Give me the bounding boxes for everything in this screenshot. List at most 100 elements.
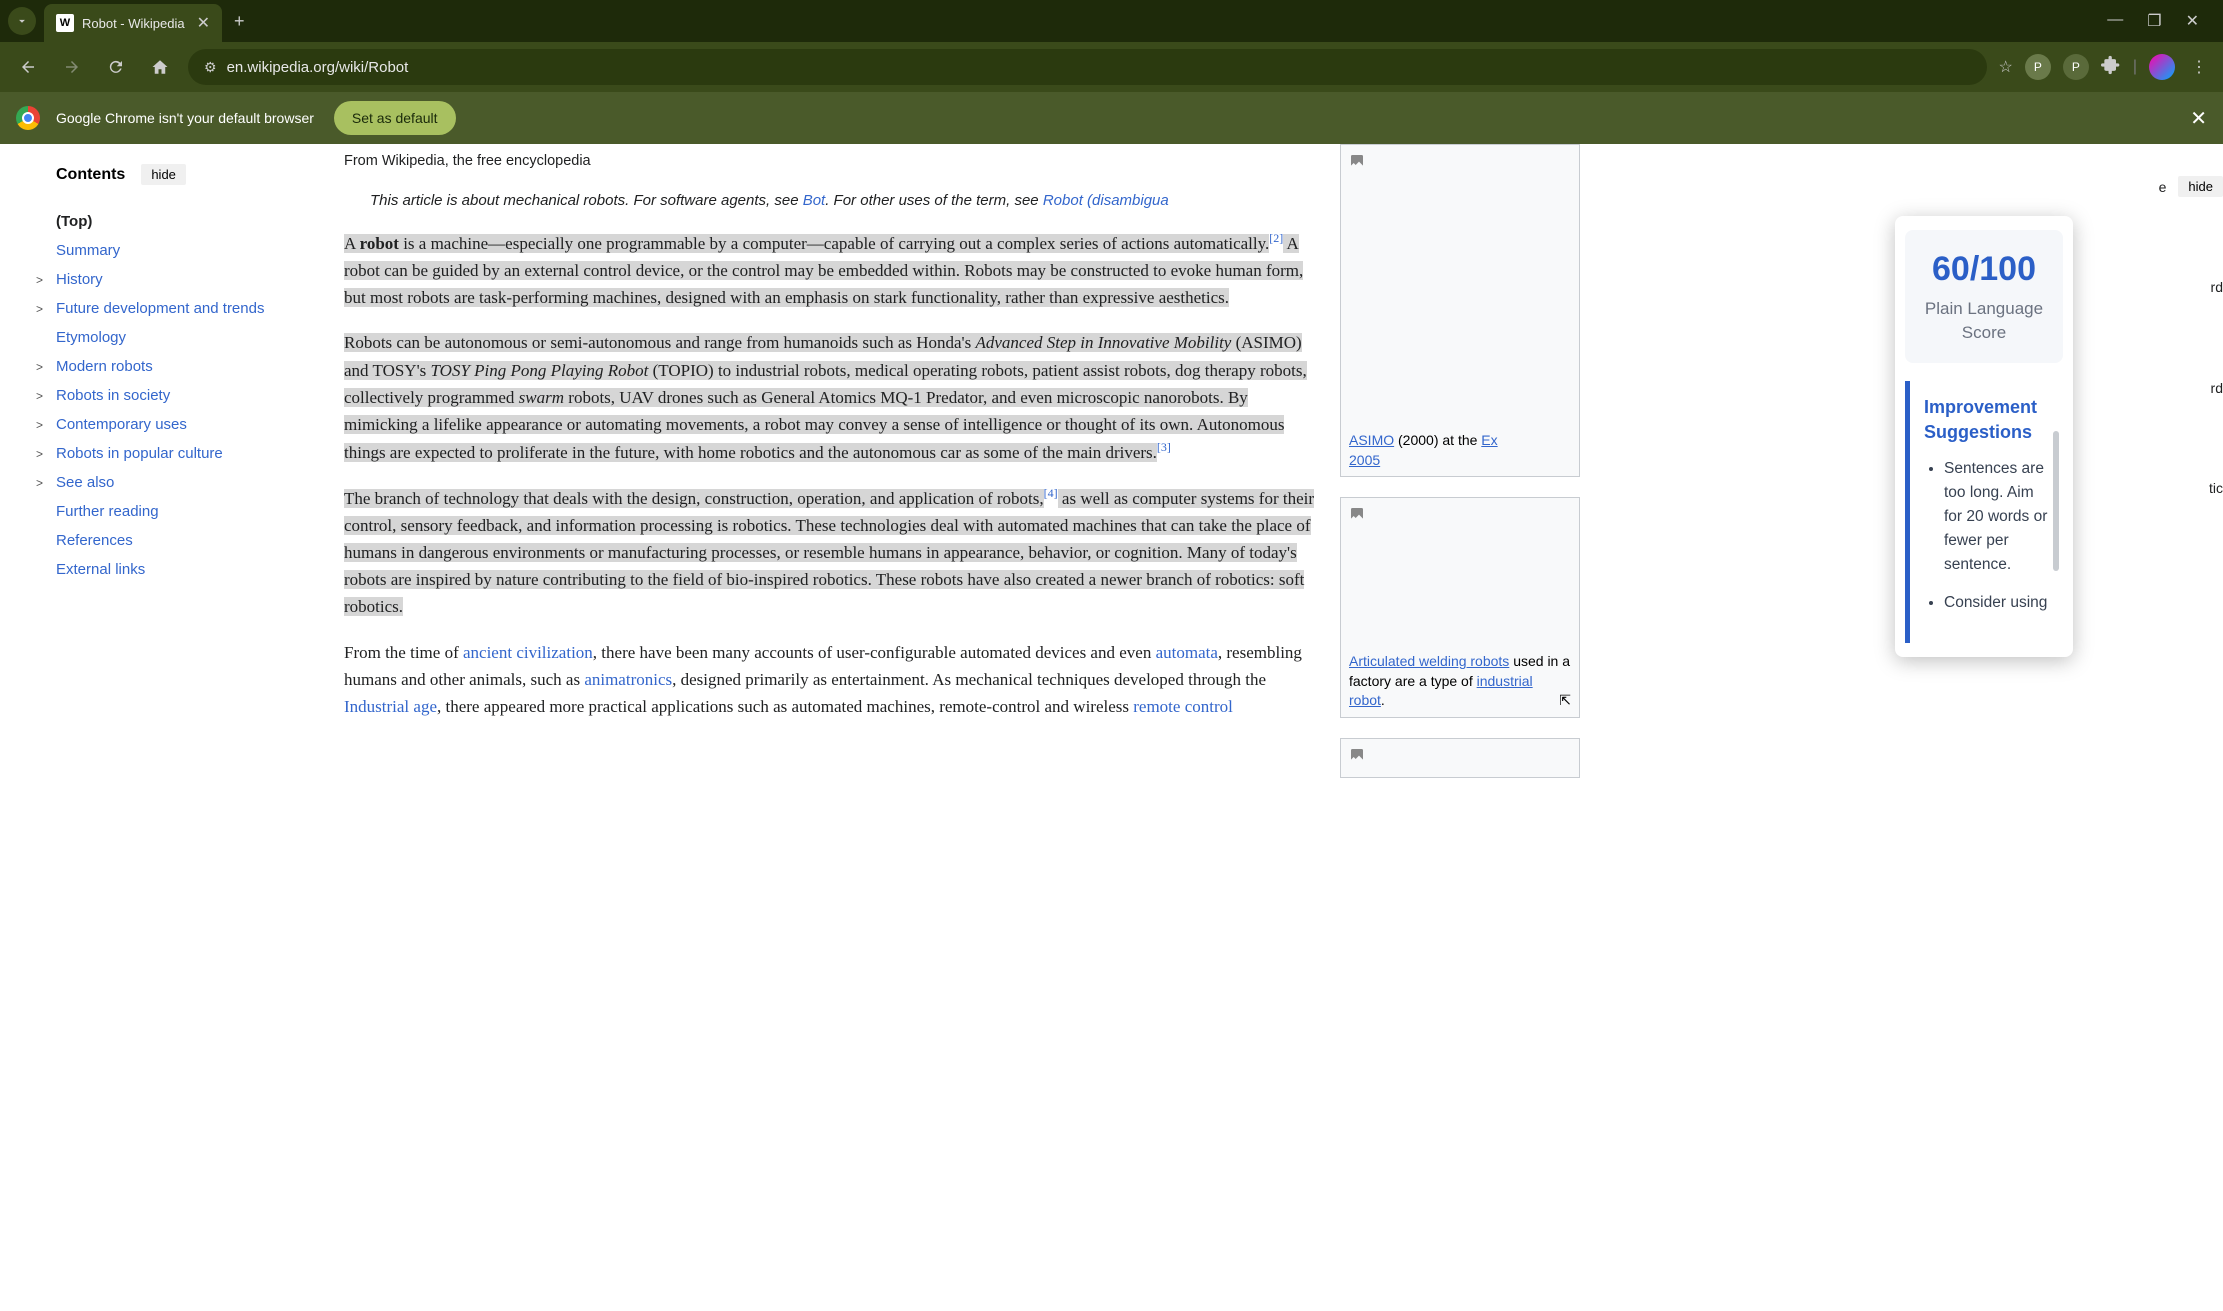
profile-badge-2[interactable]: P [2063,54,2089,80]
browser-tab[interactable]: W Robot - Wikipedia ✕ [44,4,222,42]
link-automata[interactable]: automata [1156,643,1218,662]
link-animatronics[interactable]: animatronics [584,670,672,689]
forward-button[interactable] [56,51,88,83]
extensions-icon[interactable] [2101,55,2121,80]
address-bar[interactable]: ⚙ en.wikipedia.org/wiki/Robot [188,49,1987,85]
toc-item[interactable]: Further reading [56,497,280,526]
toc-link[interactable]: Etymology [56,329,126,346]
chevron-right-icon: > [36,476,52,490]
reload-button[interactable] [100,51,132,83]
back-button[interactable] [12,51,44,83]
profile-badge[interactable]: P [2025,54,2051,80]
tab-search-button[interactable] [8,7,36,35]
link-asimo[interactable]: ASIMO [1349,432,1394,448]
toc-link[interactable]: See also [56,474,114,491]
toc-item[interactable]: >Contemporary uses [56,410,280,439]
chrome-logo-icon [16,106,40,130]
suggestion-item: Sentences are too long. Aim for 20 words… [1944,457,2053,577]
set-default-button[interactable]: Set as default [334,101,456,135]
user-avatar[interactable] [2149,54,2175,80]
close-window-button[interactable]: ✕ [2186,11,2199,31]
toc-link[interactable]: External links [56,561,145,578]
broken-image-icon [1341,145,1579,425]
toc-link[interactable]: Future development and trends [56,300,264,317]
link-remote-control[interactable]: remote control [1133,697,1233,716]
toc-item[interactable]: >History [56,265,280,294]
chevron-right-icon: > [36,273,52,287]
right-sidebar-stub: rd [2211,380,2223,396]
chevron-right-icon: > [36,447,52,461]
infobar-close-icon[interactable]: ✕ [2190,106,2207,131]
ref-2[interactable]: [2] [1269,231,1283,245]
toc-item[interactable]: External links [56,555,280,584]
browser-menu-button[interactable]: ⋮ [2187,57,2211,77]
tab-close-icon[interactable]: ✕ [197,13,210,33]
toc-link[interactable]: History [56,271,103,288]
new-tab-button[interactable]: + [234,11,245,32]
url-text: en.wikipedia.org/wiki/Robot [227,59,409,76]
minimize-button[interactable]: — [2107,11,2123,31]
infobar-message: Google Chrome isn't your default browser [56,110,314,126]
link-ancient-civilization[interactable]: ancient civilization [463,643,593,662]
toc-item[interactable]: >Future development and trends [56,294,280,323]
toc-link[interactable]: References [56,532,133,549]
suggestions-scrollbar[interactable] [2053,431,2059,571]
chevron-right-icon: > [36,360,52,374]
chevron-right-icon: > [36,302,52,316]
hatnote-link-disambig[interactable]: Robot (disambigua [1043,192,1169,209]
browser-chrome: W Robot - Wikipedia ✕ + — ❐ ✕ ⚙ en.wikip… [0,0,2223,144]
right-sidebar-stub: rd [2211,279,2223,295]
link-2005[interactable]: 2005 [1349,452,1380,468]
toc-link[interactable]: Further reading [56,503,159,520]
toc-hide-button[interactable]: hide [141,164,186,185]
toc-item[interactable]: >Robots in society [56,381,280,410]
link-expo[interactable]: Ex [1481,432,1497,448]
appearance-hide-button[interactable]: hide [2178,176,2223,197]
broken-image-icon [1341,739,1579,779]
site-info-icon[interactable]: ⚙ [204,59,217,76]
home-button[interactable] [144,51,176,83]
hatnote: This article is about mechanical robots.… [344,189,1316,213]
toc-link[interactable]: Robots in popular culture [56,445,223,462]
toc-link[interactable]: Summary [56,242,120,259]
suggestion-item: Consider using [1944,591,2053,615]
toc-item[interactable]: References [56,526,280,555]
toc-item[interactable]: >See also [56,468,280,497]
right-sidebar-stub: tic [2209,480,2223,496]
link-welding-robots[interactable]: Articulated welding robots [1349,653,1509,669]
toc-item[interactable]: Summary [56,236,280,265]
infobox-column: ASIMO (2000) at the Ex2005 Articulated w… [1340,144,1600,1311]
hatnote-link-bot[interactable]: Bot [803,192,826,209]
from-wikipedia-line: From Wikipedia, the free encyclopedia [344,150,1316,173]
chevron-right-icon: > [36,418,52,432]
expand-icon[interactable]: ⇱ [1559,691,1571,711]
article-body: From Wikipedia, the free encyclopedia Th… [320,144,1340,1311]
toc-item[interactable]: >Modern robots [56,352,280,381]
ref-3[interactable]: [3] [1157,440,1171,454]
toc-item[interactable]: Etymology [56,323,280,352]
chevron-right-icon: > [36,389,52,403]
toc-link[interactable]: Robots in society [56,387,170,404]
toc-item[interactable]: >Robots in popular culture [56,439,280,468]
ref-4[interactable]: [4] [1044,486,1058,500]
score-value: 60/100 [1915,250,2053,289]
toc-link[interactable]: Modern robots [56,358,153,375]
image-caption-welding: Articulated welding robots used in a fac… [1341,646,1579,717]
toc-link[interactable]: Contemporary uses [56,416,187,433]
maximize-button[interactable]: ❐ [2147,11,2161,31]
score-label: Plain Language Score [1915,297,2053,345]
image-box-asimo: ASIMO (2000) at the Ex2005 [1340,144,1580,477]
toc-item[interactable]: (Top) [56,207,280,236]
bookmark-star-icon[interactable]: ☆ [1999,57,2013,77]
extension-popup: 60/100 Plain Language Score Improvement … [1895,216,2073,657]
tab-title: Robot - Wikipedia [82,16,185,31]
suggestions-title: Improvement Suggestions [1924,395,2053,445]
suggestions-list: Sentences are too long. Aim for 20 words… [1924,457,2053,615]
suggestions-panel: Improvement Suggestions Sentences are to… [1905,381,2063,643]
table-of-contents: Contents hide (Top)Summary>History>Futur… [0,144,320,1311]
score-card: 60/100 Plain Language Score [1905,230,2063,363]
tab-bar: W Robot - Wikipedia ✕ + — ❐ ✕ [0,0,2223,42]
paragraph-4: From the time of ancient civilization, t… [344,639,1316,721]
page-content: Contents hide (Top)Summary>History>Futur… [0,144,2223,1311]
link-industrial-age[interactable]: Industrial age [344,697,437,716]
